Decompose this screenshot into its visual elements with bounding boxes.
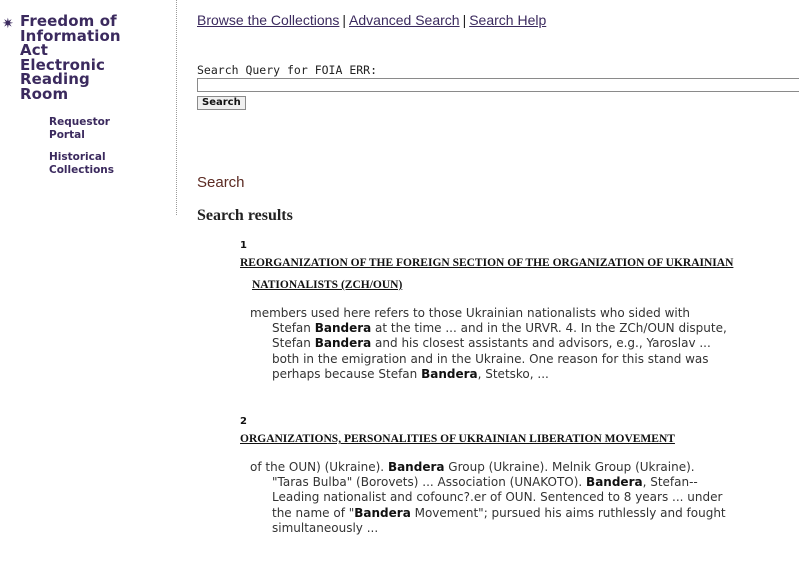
result-title-link[interactable]: REORGANIZATION OF THE FOREIGN SECTION OF… <box>240 252 799 296</box>
snippet-line: the name of "Bandera Movement"; pursued … <box>250 506 799 521</box>
snippet-text: both in the emigration and in the Ukrain… <box>272 351 709 366</box>
snippet-line: perhaps because Stefan Bandera, Stetsko,… <box>250 367 799 382</box>
search-help-link[interactable]: Search Help <box>469 12 546 28</box>
snippet-line: "Taras Bulba" (Borovets) ... Association… <box>250 475 799 490</box>
highlighted-term: Bandera <box>586 475 643 490</box>
snippet-text: members used here refers to those Ukrain… <box>250 306 691 320</box>
snippet-line: Stefan Bandera at the time ... and in th… <box>250 321 799 336</box>
highlighted-term: Bandera <box>387 460 445 474</box>
page: ✷ Freedom of Information Act Electronic … <box>0 0 799 565</box>
sidebar-item-label: Requestor <box>49 116 110 128</box>
result-title-line: REORGANIZATION OF THE FOREIGN SECTION OF… <box>240 257 734 269</box>
nav-separator: | <box>462 12 467 28</box>
snippet-text: the name of " <box>272 505 355 520</box>
star-icon: ✷ <box>2 16 14 32</box>
sidebar: ✷ Freedom of Information Act Electronic … <box>0 0 177 215</box>
result-snippet: of the OUN) (Ukraine). Bandera Group (Uk… <box>250 460 799 536</box>
search-result: 1 REORGANIZATION OF THE FOREIGN SECTION … <box>240 240 799 382</box>
site-title-line: Room <box>20 84 69 103</box>
highlighted-term: Bandera <box>314 321 372 336</box>
sidebar-item-historical-collections[interactable]: Historical Collections <box>49 151 169 176</box>
search-query-label: Search Query for FOIA ERR: <box>197 63 378 77</box>
snippet-text: Stefan <box>272 321 315 336</box>
snippet-line: Stefan Bandera and his closest assistant… <box>250 336 799 351</box>
sidebar-item-label: Collections <box>49 163 115 176</box>
snippet-text: and his closest assistants and advisors,… <box>371 336 711 351</box>
snippet-text: Leading nationalist and cofounc?.er of O… <box>272 490 723 505</box>
snippet-line: simultaneously ... <box>250 521 799 536</box>
result-title-line: ORGANIZATIONS, PERSONALITIES OF UKRAINIA… <box>240 433 675 445</box>
result-title-link[interactable]: ORGANIZATIONS, PERSONALITIES OF UKRAINIA… <box>240 428 799 450</box>
nav-separator: | <box>342 12 347 28</box>
snippet-text: at the time ... and in the URVR. 4. In t… <box>371 321 727 336</box>
section-heading: Search <box>197 174 245 191</box>
snippet-text: , Stefan-- <box>642 475 698 490</box>
snippet-text: "Taras Bulba" (Borovets) ... Association… <box>272 475 587 490</box>
results-heading: Search results <box>197 207 293 224</box>
result-snippet: members used here refers to those Ukrain… <box>250 306 799 382</box>
snippet-line: Leading nationalist and cofounc?.er of O… <box>250 490 799 505</box>
sidebar-item-label: Portal <box>49 128 85 141</box>
site-title-link[interactable]: Freedom of Information Act Electronic Re… <box>20 14 170 101</box>
result-title-line: NATIONALISTS (ZCH/OUN) <box>252 279 403 291</box>
snippet-text: Stefan <box>272 336 315 351</box>
top-nav: Browse the Collections | Advanced Search | S… <box>197 12 546 28</box>
highlighted-term: Bandera <box>314 336 372 351</box>
sidebar-item-label: Historical <box>49 151 106 163</box>
snippet-text: perhaps because Stefan <box>272 366 422 381</box>
sidebar-item-requestor-portal[interactable]: Requestor Portal <box>49 116 169 141</box>
snippet-text: Movement"; pursued his aims ruthlessly a… <box>410 505 726 520</box>
snippet-text: simultaneously ... <box>272 520 379 535</box>
result-number: 2 <box>240 416 247 427</box>
highlighted-term: Bandera <box>354 505 411 520</box>
browse-collections-link[interactable]: Browse the Collections <box>197 12 339 28</box>
search-button[interactable]: Search <box>197 96 246 110</box>
snippet-line: of the OUN) (Ukraine). Bandera Group (Uk… <box>250 460 799 475</box>
snippet-text: Group (Ukraine). Melnik Group (Ukraine). <box>444 460 695 474</box>
search-result: 2 ORGANIZATIONS, PERSONALITIES OF UKRAIN… <box>240 416 799 536</box>
sidebar-nav: Requestor Portal Historical Collections <box>49 116 169 186</box>
snippet-line: members used here refers to those Ukrain… <box>250 306 799 321</box>
result-number: 1 <box>240 240 247 251</box>
site-title-block: ✷ Freedom of Information Act Electronic … <box>2 14 170 101</box>
search-input[interactable] <box>197 78 799 92</box>
advanced-search-link[interactable]: Advanced Search <box>349 12 460 28</box>
snippet-text: of the OUN) (Ukraine). <box>250 460 388 474</box>
snippet-line: both in the emigration and in the Ukrain… <box>250 352 799 367</box>
snippet-text: , Stetsko, ... <box>477 366 549 381</box>
highlighted-term: Bandera <box>421 366 478 381</box>
